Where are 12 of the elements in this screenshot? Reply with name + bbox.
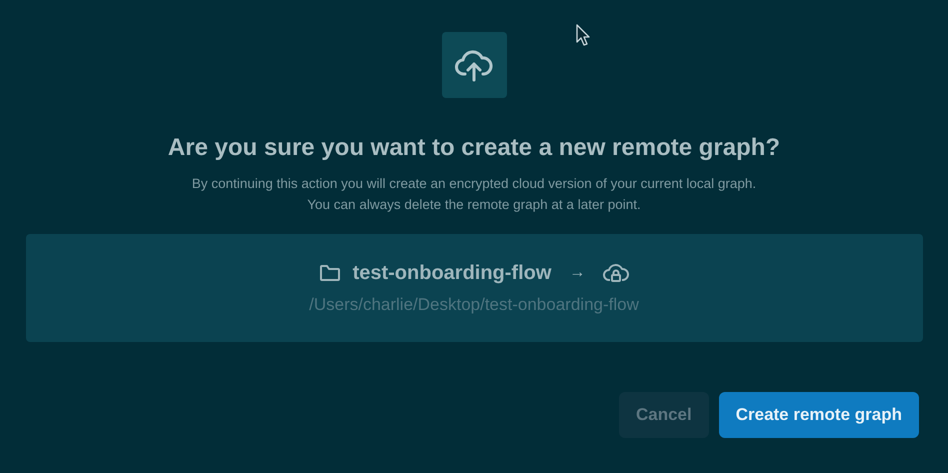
create-button[interactable]: Create remote graph — [718, 392, 919, 438]
description-text: You can always delete the remote graph at a later point. — [307, 197, 641, 212]
dialog-title: Are you sure you want to create a new remote graph? — [168, 134, 780, 162]
cloud-upload-icon — [455, 48, 493, 82]
description-text: By continuing this action you will create an encrypted cloud version of your current local graph. — [192, 176, 756, 191]
cloud-lock-icon — [603, 263, 630, 283]
cancel-button[interactable]: Cancel — [618, 392, 709, 438]
graph-name: test-onboarding-flow — [352, 262, 552, 284]
graph-path: /Users/charlie/Desktop/test-onboarding-flow — [309, 294, 639, 314]
cursor-icon — [576, 24, 590, 46]
folder-icon — [318, 264, 341, 282]
arrow-icon: → — [569, 264, 586, 282]
